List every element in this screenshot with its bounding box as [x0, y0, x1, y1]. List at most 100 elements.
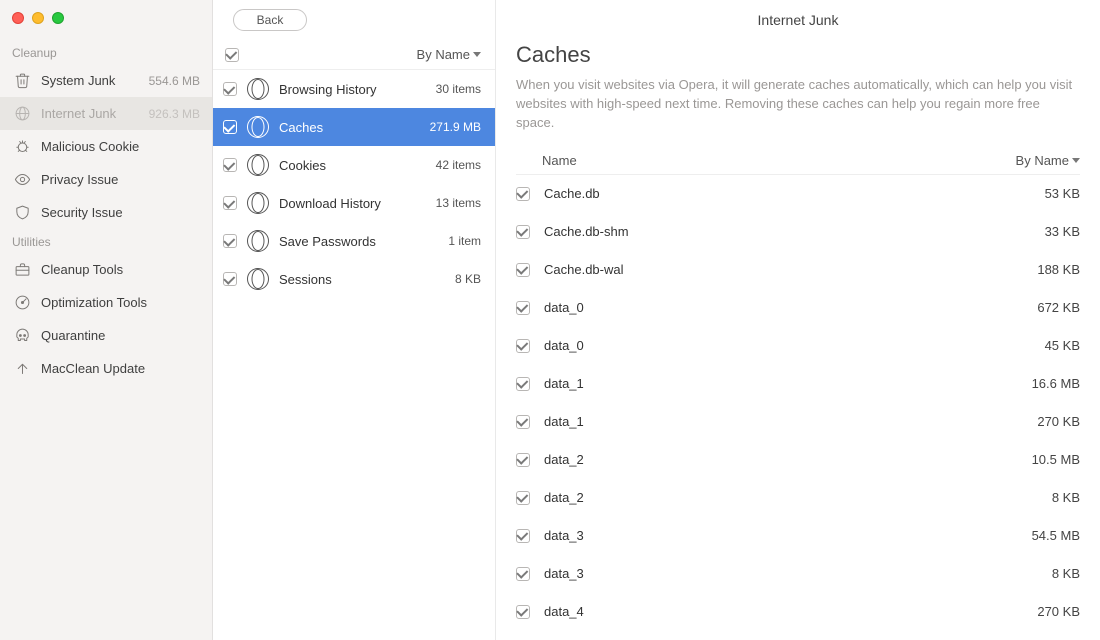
file-row[interactable]: data_354.5 MB [516, 517, 1080, 555]
file-row[interactable]: data_3 8 KB [516, 555, 1080, 593]
window-controls [0, 0, 212, 40]
file-checkbox[interactable] [516, 187, 530, 201]
minimize-window-button[interactable] [32, 12, 44, 24]
sidebar-item-quarantine[interactable]: Quarantine [0, 319, 212, 352]
file-name: Cache.db [544, 186, 600, 201]
category-value: 13 items [436, 196, 481, 210]
file-checkbox[interactable] [516, 491, 530, 505]
sidebar-item-internet-junk[interactable]: Internet Junk 926.3 MB [0, 97, 212, 130]
sidebar-item-security-issue[interactable]: Security Issue [0, 196, 212, 229]
sidebar-item-optimization-tools[interactable]: Optimization Tools [0, 286, 212, 319]
opera-icon [247, 192, 269, 214]
window-title: Internet Junk [758, 12, 839, 28]
file-checkbox[interactable] [516, 339, 530, 353]
detail-description: When you visit websites via Opera, it wi… [516, 76, 1080, 133]
file-size: 16.6 MB [1032, 376, 1080, 391]
sidebar-item-label: Internet Junk [41, 106, 116, 121]
close-window-button[interactable] [12, 12, 24, 24]
file-checkbox[interactable] [516, 567, 530, 581]
file-row[interactable]: data_2 10.5 MB [516, 441, 1080, 479]
category-label: Cookies [279, 158, 326, 173]
category-checkbox[interactable] [223, 234, 237, 248]
file-checkbox[interactable] [516, 453, 530, 467]
file-row[interactable]: data_045 KB [516, 327, 1080, 365]
file-checkbox[interactable] [516, 263, 530, 277]
file-size: 8 KB [1052, 566, 1080, 581]
category-item[interactable]: Download History 13 items [213, 184, 495, 222]
sidebar-item-size: 926.3 MB [149, 107, 200, 121]
sidebar-item-label: Privacy Issue [41, 172, 118, 187]
file-row[interactable]: f_00000a172 KB [516, 631, 1080, 640]
file-sort-dropdown[interactable]: By Name [1016, 153, 1080, 168]
file-checkbox[interactable] [516, 605, 530, 619]
skull-icon [14, 327, 31, 344]
category-checkbox[interactable] [223, 82, 237, 96]
file-size: 10.5 MB [1032, 452, 1080, 467]
category-value: 8 KB [455, 272, 481, 286]
category-item[interactable]: Caches271.9 MB [213, 108, 495, 146]
file-row[interactable]: Cache.db-wal188 KB [516, 251, 1080, 289]
sidebar-item-system-junk[interactable]: System Junk 554.6 MB [0, 64, 212, 97]
detail-panel: Internet Junk Caches When you visit webs… [496, 0, 1100, 640]
category-item[interactable]: Browsing History30 items [213, 70, 495, 108]
file-row[interactable]: Cache.db53 KB [516, 175, 1080, 213]
sidebar-item-malicious-cookie[interactable]: Malicious Cookie [0, 130, 212, 163]
file-row[interactable]: data_1270 KB [516, 403, 1080, 441]
trash-icon [14, 72, 31, 89]
file-name: data_4 [544, 604, 584, 619]
file-row[interactable]: data_116.6 MB [516, 365, 1080, 403]
category-checkbox[interactable] [223, 196, 237, 210]
sidebar-item-macclean-update[interactable]: MacClean Update [0, 352, 212, 385]
file-checkbox[interactable] [516, 301, 530, 315]
category-value: 271.9 MB [430, 120, 481, 134]
category-checkbox[interactable] [223, 120, 237, 134]
bug-icon [14, 138, 31, 155]
select-all-checkbox[interactable] [225, 48, 239, 62]
file-checkbox[interactable] [516, 225, 530, 239]
file-size: 270 KB [1037, 414, 1080, 429]
category-sort-dropdown[interactable]: By Name [417, 47, 485, 62]
sidebar-item-label: Optimization Tools [41, 295, 147, 310]
sort-label: By Name [417, 47, 470, 62]
category-item[interactable]: Save Passwords1 item [213, 222, 495, 260]
chevron-down-icon [473, 52, 481, 57]
sidebar-item-label: Cleanup Tools [41, 262, 123, 277]
file-checkbox[interactable] [516, 377, 530, 391]
detail-body: Caches When you visit websites via Opera… [496, 40, 1100, 640]
category-label: Download History [279, 196, 381, 211]
category-checkbox[interactable] [223, 272, 237, 286]
category-item[interactable]: Cookies42 items [213, 146, 495, 184]
sidebar-item-privacy-issue[interactable]: Privacy Issue [0, 163, 212, 196]
category-checkbox[interactable] [223, 158, 237, 172]
file-size: 54.5 MB [1032, 528, 1080, 543]
titlebar: Internet Junk [496, 0, 1100, 40]
category-item[interactable]: Sessions 8 KB [213, 260, 495, 298]
file-name: data_3 [544, 566, 584, 581]
opera-icon [247, 116, 269, 138]
file-row[interactable]: Cache.db-shm33 KB [516, 213, 1080, 251]
opera-icon [247, 230, 269, 252]
category-label: Save Passwords [279, 234, 376, 249]
file-size: 45 KB [1045, 338, 1080, 353]
opera-icon [247, 154, 269, 176]
back-button[interactable]: Back [233, 9, 307, 31]
sidebar-item-cleanup-tools[interactable]: Cleanup Tools [0, 253, 212, 286]
file-checkbox[interactable] [516, 415, 530, 429]
file-row[interactable]: data_4270 KB [516, 593, 1080, 631]
detail-heading: Caches [516, 42, 1080, 68]
category-label: Sessions [279, 272, 332, 287]
file-name: data_2 [544, 490, 584, 505]
file-name: data_2 [544, 452, 584, 467]
sidebar: CleanupSystem Junk554.6 MBInternet Junk9… [0, 0, 213, 640]
zoom-window-button[interactable] [52, 12, 64, 24]
file-row[interactable]: data_0672 KB [516, 289, 1080, 327]
file-checkbox[interactable] [516, 529, 530, 543]
file-row[interactable]: data_28 KB [516, 479, 1080, 517]
sidebar-item-label: Quarantine [41, 328, 105, 343]
sidebar-item-size: 554.6 MB [149, 74, 200, 88]
file-list-header: Name By Name [516, 147, 1080, 175]
opera-icon [247, 78, 269, 100]
arrowup-icon [14, 360, 31, 377]
sidebar-item-label: System Junk [41, 73, 115, 88]
toolbox-icon [14, 261, 31, 278]
